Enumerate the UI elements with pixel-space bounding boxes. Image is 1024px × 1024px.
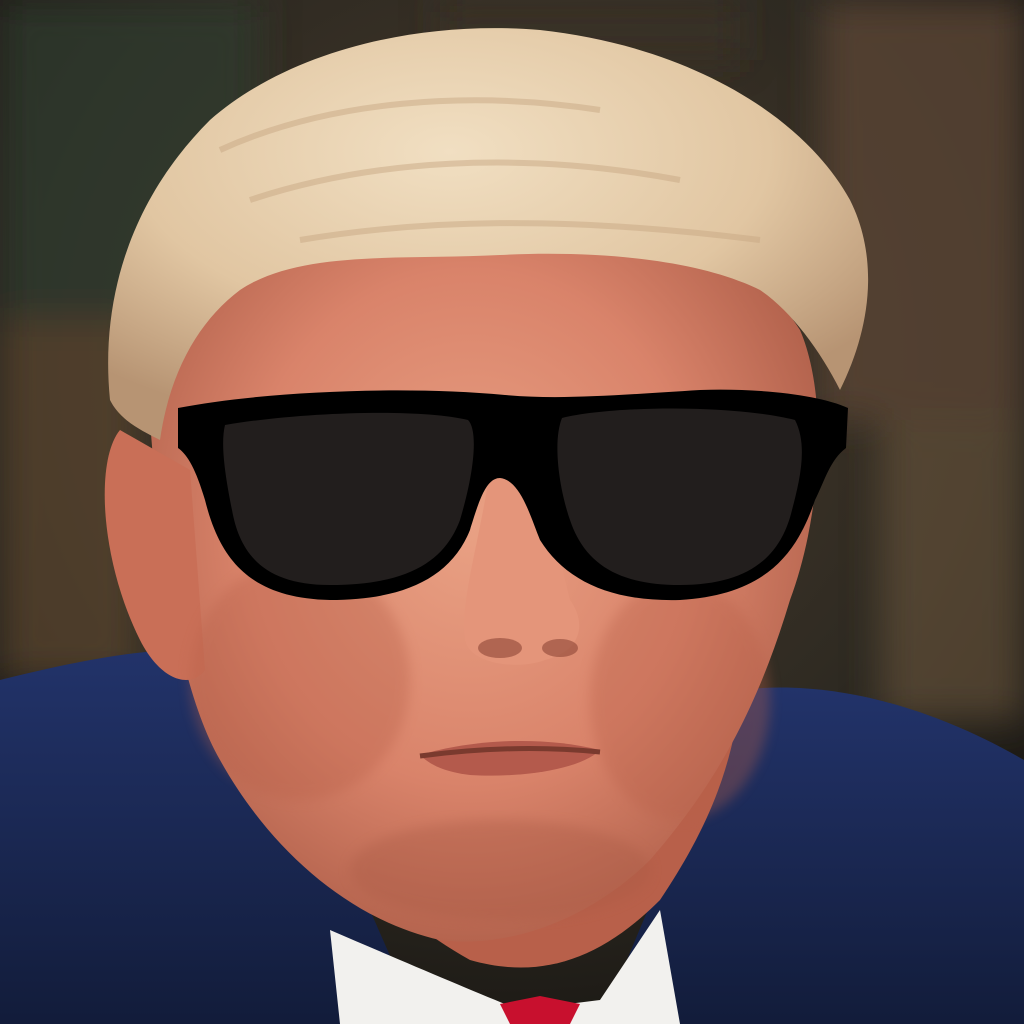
portrait-illustration [0, 0, 1024, 1024]
sunglasses-lens-right [557, 408, 802, 585]
nostril [542, 639, 578, 657]
nostril [478, 638, 522, 658]
photo-scene [0, 0, 1024, 1024]
chin-shadow [350, 820, 650, 920]
cheek-shadow-right [590, 580, 770, 820]
